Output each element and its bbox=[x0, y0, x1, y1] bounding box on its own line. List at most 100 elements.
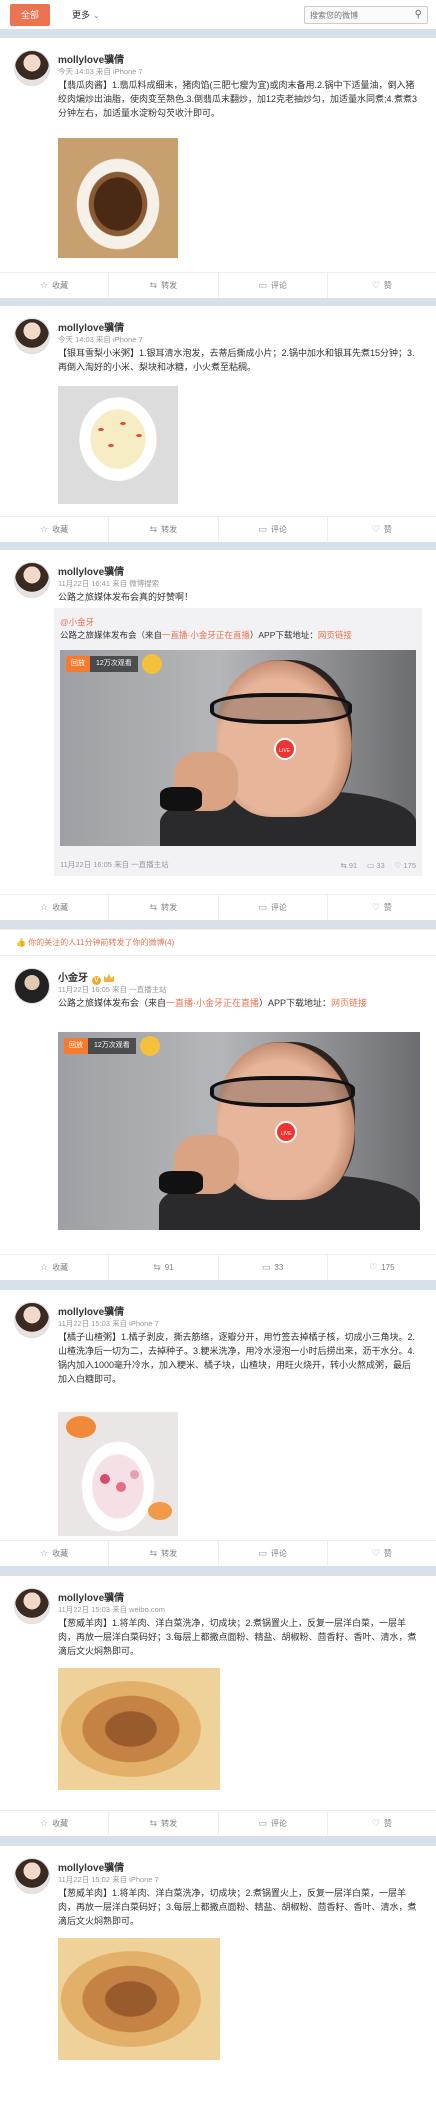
repost-button[interactable]: ⇆ 91 bbox=[109, 1255, 219, 1280]
user-name[interactable]: mollylove骥倩 bbox=[58, 1303, 124, 1318]
comment-button[interactable]: ▭ 评论 bbox=[219, 273, 328, 298]
repost-foot-meta: 11月22日 16:05 来自 一直播主站 bbox=[60, 860, 169, 869]
post-meta: 今天 14:03 来自 iPhone 7 bbox=[58, 67, 143, 76]
view-count: 12万次观看 bbox=[88, 1038, 136, 1054]
repost-button[interactable]: ⇆ 转发 bbox=[109, 895, 219, 920]
collect-label: 收藏 bbox=[52, 1549, 69, 1558]
comment-button[interactable]: ▭ 33 bbox=[219, 1255, 328, 1280]
feed-post: mollylove骥倩 今天 14:03 来自 iPhone 7 【银耳雪梨小米… bbox=[0, 306, 436, 542]
food-image bbox=[58, 386, 178, 504]
collect-label: 收藏 bbox=[52, 281, 69, 290]
thumbs-up-icon: ♡ bbox=[371, 1818, 380, 1828]
repost-label: 转发 bbox=[161, 1549, 178, 1558]
user-name[interactable]: 小金牙 V bbox=[58, 969, 114, 985]
tab-more-label: 更多 bbox=[72, 10, 91, 20]
like-button[interactable]: ♡ 赞 bbox=[328, 895, 436, 920]
post-image[interactable] bbox=[58, 1668, 220, 1790]
comment-icon: ▭ bbox=[258, 1548, 267, 1558]
tab-all[interactable]: 全部 bbox=[10, 4, 50, 26]
video-player[interactable]: LIVE 回放 12万次观看 bbox=[60, 650, 416, 846]
repost-comment-count: 33 bbox=[376, 861, 385, 870]
feed-post: mollylove骥倩 11月22日 15:03 来自 iPhone 7 【橘子… bbox=[0, 1290, 436, 1566]
avatar[interactable] bbox=[14, 1302, 50, 1338]
repost-stat-repost[interactable]: ⇆ 91 bbox=[340, 861, 357, 870]
tab-more[interactable]: 更多 ⌄ bbox=[72, 4, 100, 26]
video-player[interactable]: LIVE 回放 12万次观看 bbox=[58, 1032, 420, 1230]
repost-icon: ⇆ bbox=[149, 902, 158, 912]
live-link[interactable]: 一直播·小金牙正在直播 bbox=[166, 998, 259, 1008]
repost-icon: ⇆ bbox=[149, 280, 158, 290]
post-image[interactable] bbox=[58, 138, 178, 258]
video-figure-glasses bbox=[210, 1075, 355, 1108]
comment-button[interactable]: ▭ 评论 bbox=[219, 1541, 328, 1566]
like-button[interactable]: ♡ 175 bbox=[328, 1255, 436, 1280]
avatar[interactable] bbox=[14, 50, 50, 86]
video-figure-glasses bbox=[209, 693, 352, 725]
avatar[interactable] bbox=[14, 318, 50, 354]
search-input[interactable] bbox=[305, 7, 405, 23]
comment-button[interactable]: ▭ 评论 bbox=[219, 517, 328, 542]
comment-label: 评论 bbox=[270, 903, 287, 912]
reposted-content[interactable]: @小金牙 公路之旅媒体发布会（来自一直播·小金牙正在直播）APP下载地址：网页链… bbox=[54, 608, 422, 876]
user-name[interactable]: mollylove骥倩 bbox=[58, 51, 124, 66]
comment-icon: ▭ bbox=[367, 861, 377, 870]
collect-button[interactable]: ☆ 收藏 bbox=[0, 1255, 110, 1280]
user-name[interactable]: mollylove骥倩 bbox=[58, 1589, 124, 1604]
comment-icon: ▭ bbox=[258, 902, 267, 912]
collect-button[interactable]: ☆ 收藏 bbox=[0, 1811, 110, 1836]
collect-button[interactable]: ☆ 收藏 bbox=[0, 517, 110, 542]
sun-icon bbox=[139, 1036, 160, 1056]
like-button[interactable]: ♡ 赞 bbox=[328, 517, 436, 542]
repost-label: 转发 bbox=[161, 525, 178, 534]
star-icon: ☆ bbox=[40, 280, 49, 290]
repost-text-before: 公路之旅媒体发布会（来自 bbox=[60, 630, 163, 640]
comment-count: 33 bbox=[274, 1263, 284, 1272]
replay-label: 回放 bbox=[66, 656, 90, 672]
webpage-link[interactable]: 网页链接 bbox=[331, 998, 367, 1008]
like-button[interactable]: ♡ 赞 bbox=[328, 1541, 436, 1566]
user-name[interactable]: mollylove骥倩 bbox=[58, 563, 124, 578]
repost-notice[interactable]: 👍 你的关注的人11分钟前转发了你的微博(4) bbox=[0, 929, 436, 955]
search-box[interactable]: ⚲ bbox=[304, 6, 428, 24]
collect-button[interactable]: ☆ 收藏 bbox=[0, 1541, 110, 1566]
avatar[interactable] bbox=[14, 562, 50, 598]
user-name[interactable]: mollylove骥倩 bbox=[58, 1859, 124, 1874]
like-button[interactable]: ♡ 赞 bbox=[328, 1811, 436, 1836]
search-icon[interactable]: ⚲ bbox=[415, 9, 422, 20]
repost-button[interactable]: ⇆ 转发 bbox=[109, 1811, 219, 1836]
repost-origin-user[interactable]: @小金牙 bbox=[60, 616, 94, 628]
repost-icon: ⇆ bbox=[340, 861, 349, 870]
thumbs-up-icon: ♡ bbox=[371, 524, 380, 534]
repost-stat-like[interactable]: ♡ 175 bbox=[395, 861, 416, 870]
repost-text: 公路之旅媒体发布会（来自一直播·小金牙正在直播）APP下载地址：网页链接 bbox=[60, 629, 416, 641]
feed-post: mollylove骥倩 11月22日 16:41 来自 微博搜索 公路之旅媒体发… bbox=[0, 550, 436, 920]
like-button[interactable]: ♡ 赞 bbox=[328, 273, 436, 298]
collect-button[interactable]: ☆ 收藏 bbox=[0, 273, 110, 298]
post-image[interactable] bbox=[58, 1938, 220, 2060]
star-icon: ☆ bbox=[40, 1548, 49, 1558]
avatar[interactable] bbox=[14, 968, 50, 1004]
comment-button[interactable]: ▭ 评论 bbox=[219, 1811, 328, 1836]
repost-button[interactable]: ⇆ 转发 bbox=[109, 273, 219, 298]
avatar[interactable] bbox=[14, 1858, 50, 1894]
collect-button[interactable]: ☆ 收藏 bbox=[0, 895, 110, 920]
repost-text-middle: ）APP下载地址： bbox=[249, 630, 318, 640]
star-icon: ☆ bbox=[40, 524, 49, 534]
repost-stat-comment[interactable]: ▭ 33 bbox=[367, 861, 385, 870]
webpage-link[interactable]: 网页链接 bbox=[318, 630, 352, 640]
user-name[interactable]: mollylove骥倩 bbox=[58, 319, 124, 334]
notice-thumbs-icon: 👍 bbox=[16, 938, 29, 947]
live-link[interactable]: 一直播·小金牙正在直播 bbox=[162, 630, 250, 640]
collect-label: 收藏 bbox=[52, 525, 69, 534]
post-image[interactable] bbox=[58, 386, 178, 504]
comment-button[interactable]: ▭ 评论 bbox=[219, 895, 328, 920]
post-image[interactable] bbox=[58, 1412, 178, 1536]
live-icon[interactable]: LIVE bbox=[273, 738, 296, 761]
repost-label: 转发 bbox=[161, 1819, 178, 1828]
video-figure-watch bbox=[159, 1170, 203, 1195]
repost-button[interactable]: ⇆ 转发 bbox=[109, 517, 219, 542]
repost-button[interactable]: ⇆ 转发 bbox=[109, 1541, 219, 1566]
avatar[interactable] bbox=[14, 1588, 50, 1624]
feed-post: 小金牙 V 11月22日 16:05 来自 一直播主站 公路之旅媒体发布会（来自一… bbox=[0, 955, 436, 1280]
post-meta: 11月22日 16:05 来自 一直播主站 bbox=[58, 985, 167, 994]
